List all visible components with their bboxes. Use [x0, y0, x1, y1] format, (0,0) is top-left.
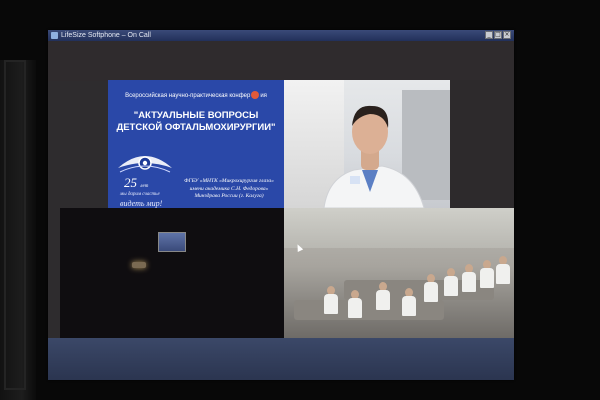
audience-member [462, 264, 476, 292]
org-line-3: Минздрава России (г. Калуга) [194, 193, 264, 199]
window-titlebar[interactable]: LifeSize Softphone – On Call _ □ × [48, 30, 514, 41]
auditorium-back-wall [284, 208, 514, 248]
lifesize-app-icon [51, 32, 58, 39]
presenter-person [323, 105, 425, 208]
audience-member [444, 268, 458, 296]
organization-text: ФГБУ «МНТК «Микрохирургия глаза» имени а… [176, 178, 282, 201]
presentation-slide-pane[interactable]: Всероссийская научно-практическая конфер… [108, 80, 284, 208]
slide-header-text: Всероссийская научно-практическая конфер [125, 93, 251, 99]
projection-screen: LifeSize Softphone – On Call _ □ × Всеро… [48, 30, 514, 380]
close-button[interactable]: × [503, 31, 511, 39]
anniversary-word: лет [140, 184, 149, 189]
window-controls: _ □ × [485, 31, 511, 39]
audience-member [324, 286, 338, 314]
slogan-line-1: мы дарим счастье [120, 192, 160, 197]
audience-member [424, 274, 438, 302]
presenter-video-pane[interactable] [284, 80, 450, 208]
eye-swoosh-logo-icon [118, 156, 172, 173]
audience-member [348, 290, 362, 318]
remote-monitor [158, 232, 186, 252]
window-title: LifeSize Softphone – On Call [61, 32, 151, 39]
desk-lamp [132, 262, 146, 268]
right-dark-panel [450, 80, 514, 208]
room-wall-edge [0, 60, 36, 400]
audience-member [480, 260, 494, 288]
anniversary-slogan: мы дарим счастье видеть мир! [120, 190, 162, 208]
audience-member [496, 256, 510, 284]
maximize-button[interactable]: □ [494, 31, 502, 39]
anniversary-number-value: 25 [124, 175, 137, 190]
conference-logo-icon [251, 91, 260, 100]
slide-header-suffix: ия [260, 93, 267, 99]
slide-header: Всероссийская научно-практическая конфер… [108, 90, 284, 102]
remote-room-video-pane[interactable] [60, 208, 284, 338]
slide-title: "АКТУАЛЬНЫЕ ВОПРОСЫ ДЕТСКОЙ ОФТАЛЬМОХИРУ… [116, 110, 276, 133]
org-line-1: ФГБУ «МНТК «Микрохирургия глаза» [184, 178, 274, 184]
call-control-bar[interactable] [48, 338, 514, 380]
org-line-2: имени академика С.Н. Федорова» [189, 185, 269, 192]
minimize-button[interactable]: _ [485, 31, 493, 39]
audience-member [402, 288, 416, 316]
call-header-strip [48, 41, 514, 81]
seat-row-front [294, 300, 444, 320]
audience-member [376, 282, 390, 310]
slogan-line-2: видеть мир! [120, 199, 163, 208]
audience-video-pane[interactable] [284, 208, 514, 338]
